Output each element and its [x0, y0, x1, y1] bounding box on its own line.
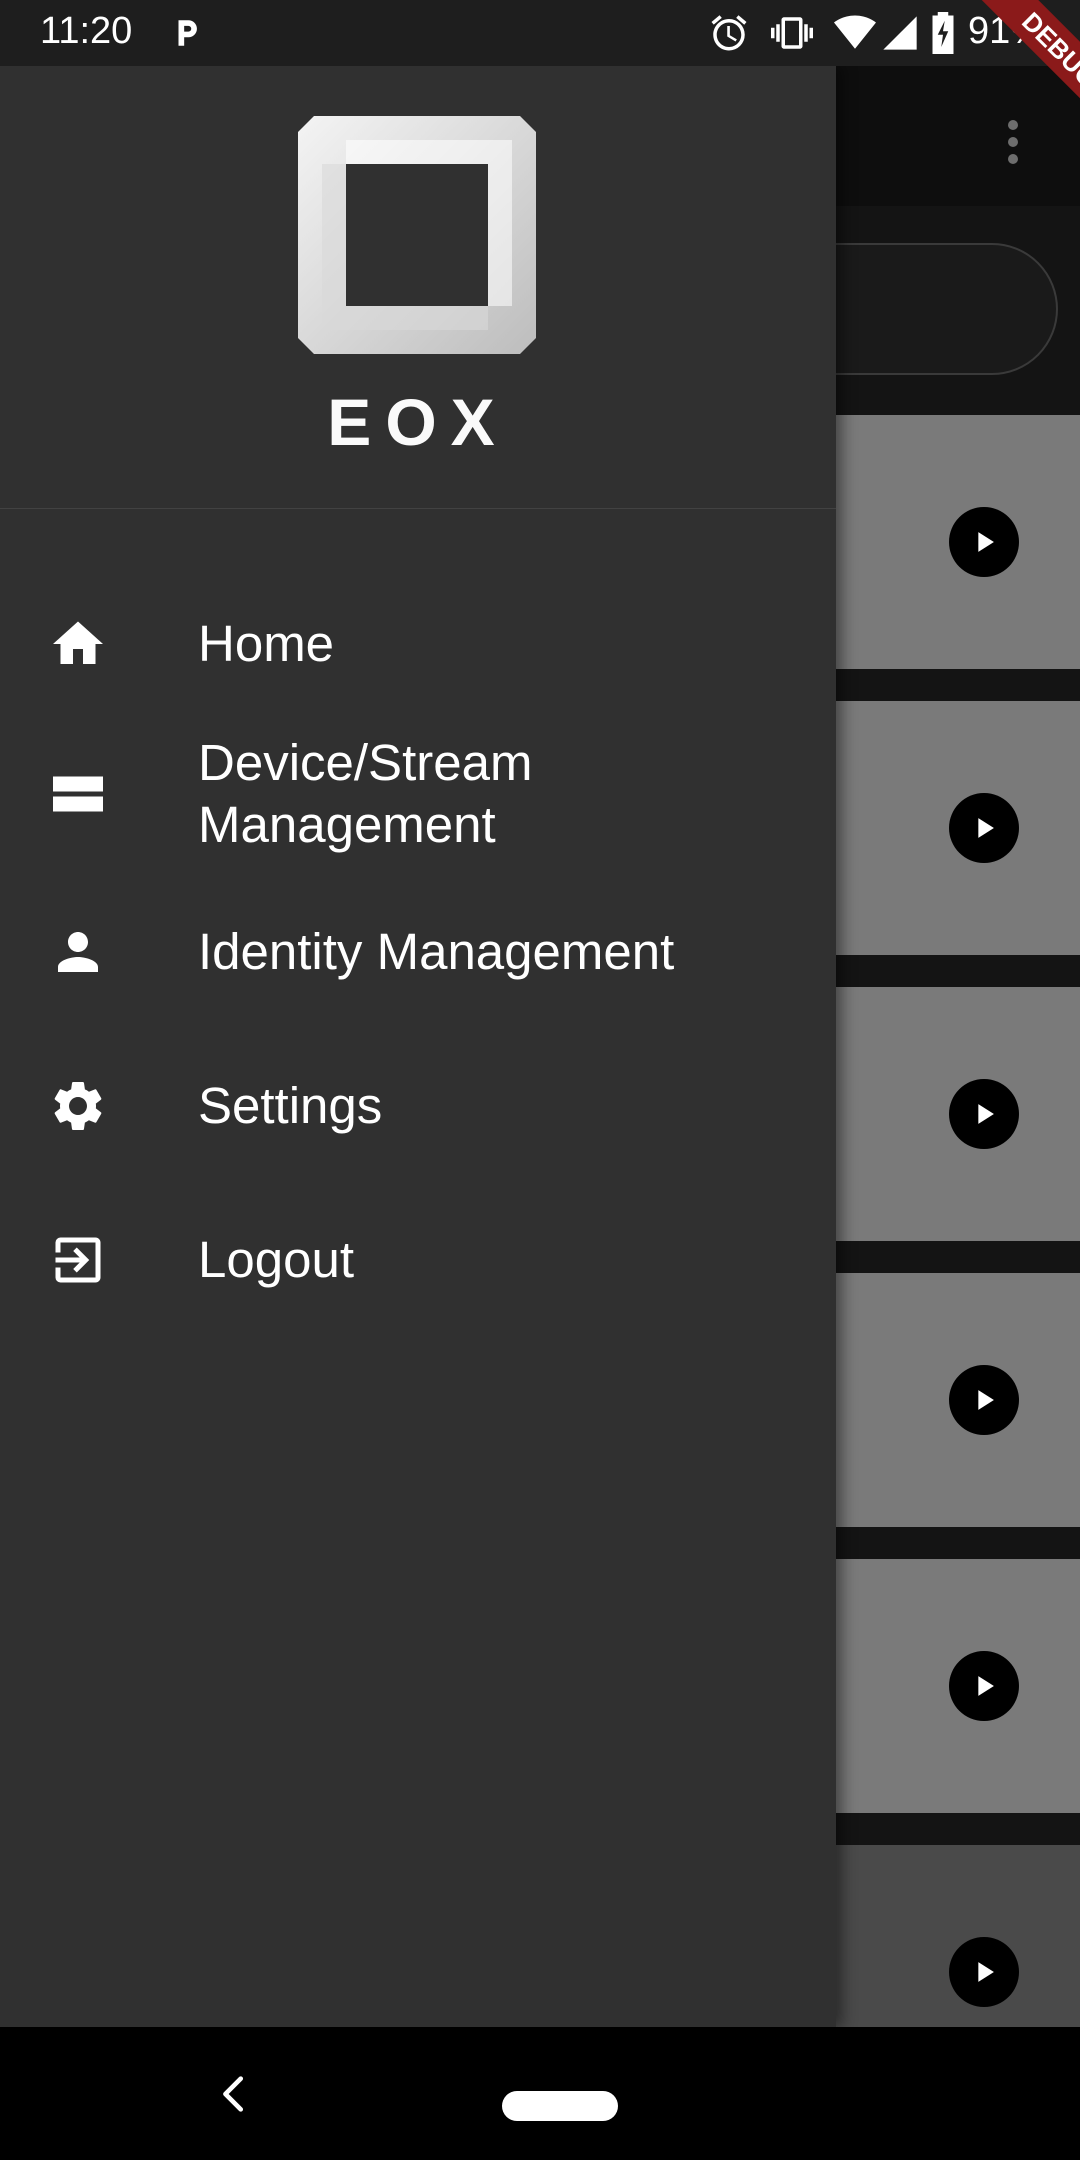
battery-percentage: 91% [968, 10, 1045, 52]
drawer-header: EOX [0, 66, 836, 509]
vibrate-icon [771, 17, 813, 49]
drawer-item-label: Device/Stream Management [198, 734, 533, 853]
clock: 11:20 [40, 10, 133, 52]
gear-icon [42, 1070, 114, 1142]
play-icon[interactable] [949, 1937, 1019, 2007]
drawer-item-label: Logout [198, 1231, 354, 1288]
brand-name: EOX [327, 385, 509, 459]
drawer-item-identity-management[interactable]: Identity Management [0, 902, 836, 1002]
play-icon[interactable] [949, 507, 1019, 577]
drawer-item-home[interactable]: Home [0, 594, 836, 694]
drawer-item-label: Identity Management [198, 923, 675, 980]
logout-icon [42, 1224, 114, 1296]
home-pill[interactable] [502, 2091, 618, 2121]
back-icon[interactable] [212, 2071, 258, 2117]
parking-icon [178, 20, 197, 46]
person-icon [42, 916, 114, 988]
drawer-item-label: Settings [198, 1077, 383, 1134]
battery-charging-icon [932, 12, 954, 54]
home-icon [42, 608, 114, 680]
signal-icon [883, 16, 917, 50]
play-icon[interactable] [949, 1079, 1019, 1149]
eox-logo [298, 116, 536, 354]
status-bar: 11:20 91% [0, 0, 1080, 66]
drawer-item-label: Home [198, 615, 335, 672]
drawer-item-device-stream-management[interactable]: Device/Stream Management [0, 724, 836, 864]
drawer-item-logout[interactable]: Logout [0, 1210, 836, 1310]
drawer-item-settings[interactable]: Settings [0, 1056, 836, 1156]
device-stream-icon [42, 758, 114, 830]
system-nav-bar [0, 2027, 1080, 2160]
play-icon[interactable] [949, 1365, 1019, 1435]
overflow-menu-icon[interactable] [995, 112, 1031, 172]
navigation-drawer: EOX Home Device/Stream Management Identi… [0, 66, 836, 2027]
play-icon[interactable] [949, 793, 1019, 863]
alarm-icon [711, 15, 747, 51]
wifi-icon [834, 15, 876, 49]
play-icon[interactable] [949, 1651, 1019, 1721]
